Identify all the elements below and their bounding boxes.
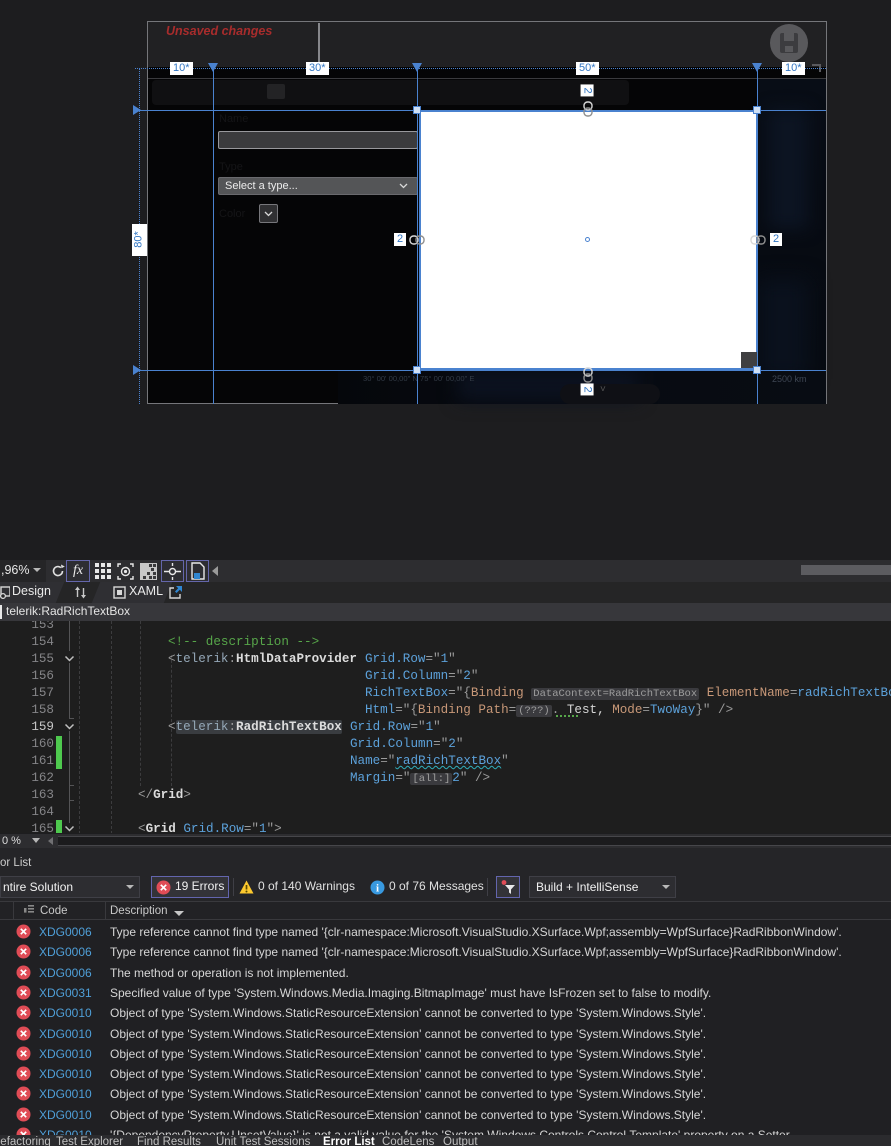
svg-text:i: i	[376, 883, 379, 895]
